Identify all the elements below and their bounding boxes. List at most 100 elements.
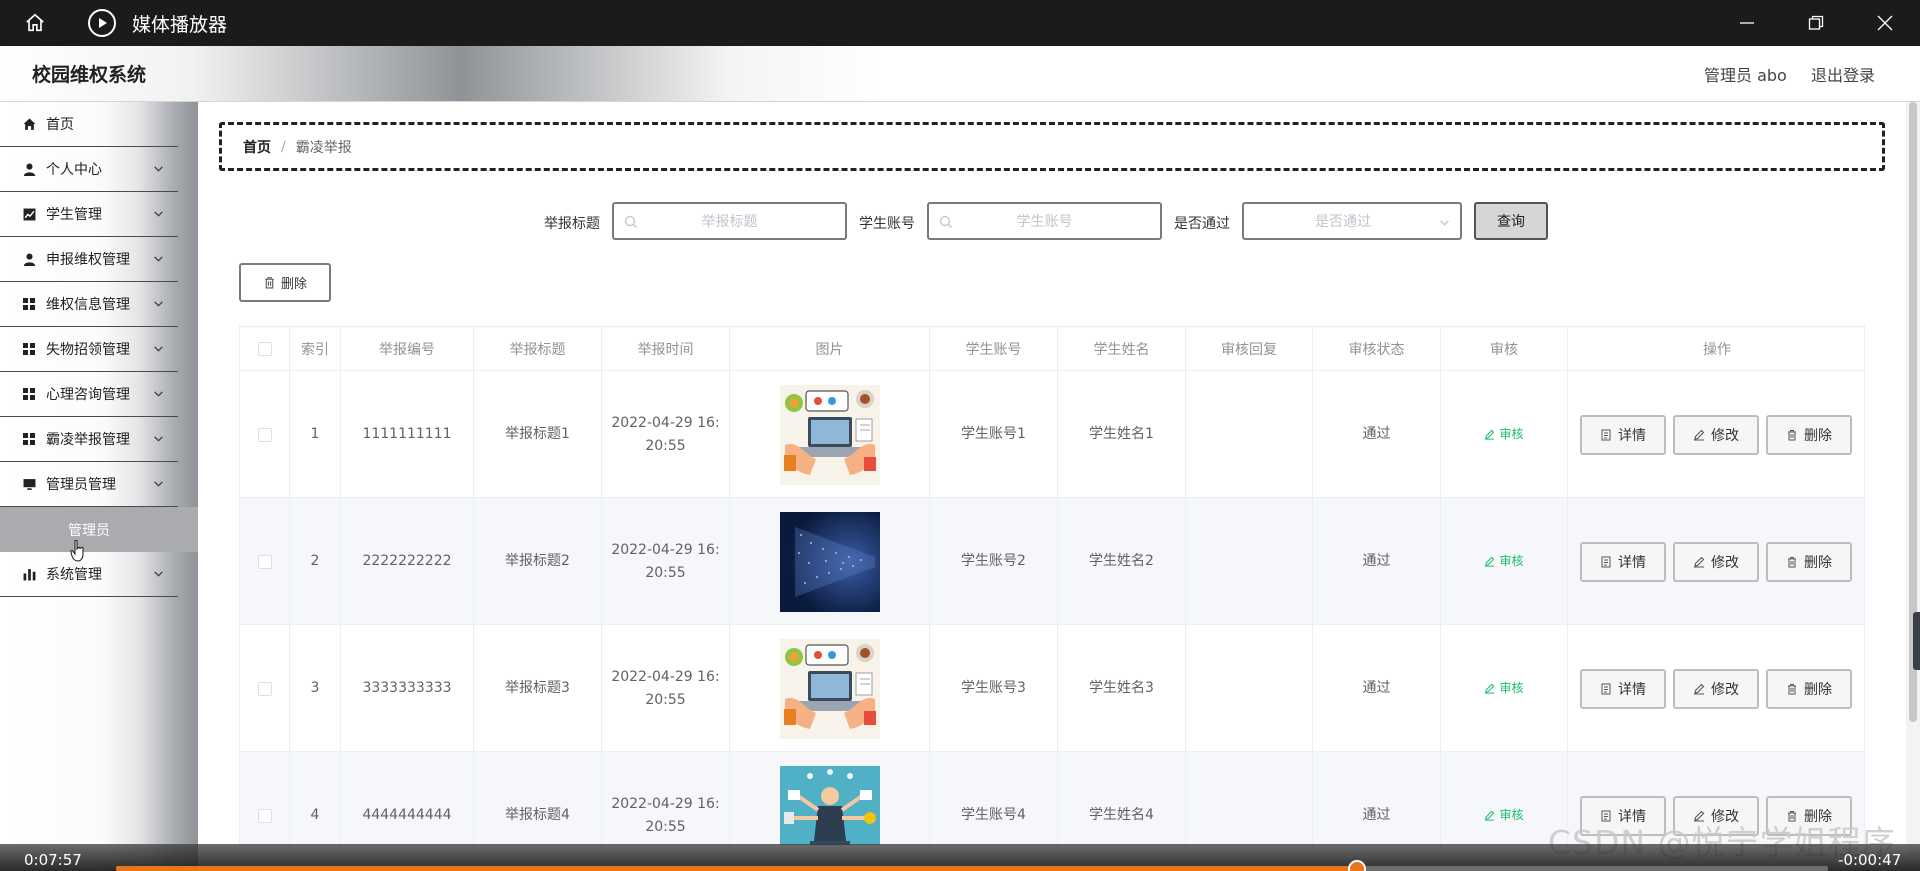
student-account-cell: 学生账号4 xyxy=(930,752,1058,845)
digital-data-image[interactable] xyxy=(779,511,880,612)
sidebar-item-label: 首页 xyxy=(46,117,74,133)
audit-status-cell: 通过 xyxy=(1313,752,1441,845)
restore-button[interactable] xyxy=(1781,0,1851,46)
progress-track[interactable] xyxy=(116,860,1828,871)
chevron-down-icon xyxy=(154,436,163,442)
edit-button[interactable]: 修改 xyxy=(1673,415,1759,455)
delete-button-label: 删除 xyxy=(1804,428,1832,444)
batch-delete-label: 删除 xyxy=(280,277,307,292)
report-title-label: 举报标题 xyxy=(544,216,600,232)
edit-icon xyxy=(1694,556,1705,568)
person-icon xyxy=(22,162,36,176)
column-header: 操作 xyxy=(1703,342,1731,358)
edit-button[interactable]: 修改 xyxy=(1673,669,1759,709)
edit-button-label: 修改 xyxy=(1711,428,1739,444)
detail-button[interactable]: 详情 xyxy=(1580,669,1666,709)
delete-button[interactable]: 删除 xyxy=(1766,542,1852,582)
minimize-button[interactable] xyxy=(1712,0,1782,46)
row-checkbox[interactable] xyxy=(257,681,272,696)
row-checkbox[interactable] xyxy=(257,808,272,823)
delete-button-label: 删除 xyxy=(1804,682,1832,698)
report-title-cell: 举报标题2 xyxy=(474,498,602,625)
delete-button[interactable]: 删除 xyxy=(1766,669,1852,709)
audit-link[interactable]: 审核 xyxy=(1484,550,1524,573)
audit-cell: 审核 xyxy=(1441,625,1568,752)
row-select-cell xyxy=(240,752,290,845)
student-account-label: 学生账号 xyxy=(859,216,915,232)
row-select-cell xyxy=(240,625,290,752)
sidebar-item-rights-declaration[interactable]: 申报维权管理 xyxy=(0,237,178,282)
edit-button[interactable]: 修改 xyxy=(1673,542,1759,582)
detail-button[interactable]: 详情 xyxy=(1580,415,1666,455)
mouse-cursor-icon xyxy=(70,540,84,562)
chevron-down-icon xyxy=(154,301,163,307)
detail-button-label: 详情 xyxy=(1618,555,1646,571)
sidebar-item-counseling[interactable]: 心理咨询管理 xyxy=(0,372,178,417)
index-cell: 1 xyxy=(290,371,341,498)
sidebar-item-admin-management[interactable]: 管理员管理 xyxy=(0,462,178,507)
report-time-date: 2022-04-29 16: xyxy=(611,541,720,558)
sidebar-item-bullying-report[interactable]: 霸凌举报管理 xyxy=(0,417,178,462)
office-illustration-image[interactable] xyxy=(779,638,880,739)
student-account-input[interactable]: 学生账号 xyxy=(927,202,1162,240)
row-checkbox[interactable] xyxy=(257,554,272,569)
breadcrumb-home[interactable]: 首页 xyxy=(243,137,271,157)
report-title-cell: 举报标题3 xyxy=(474,625,602,752)
progress-knob[interactable] xyxy=(1348,860,1367,871)
sidebar-item-student-management[interactable]: 学生管理 xyxy=(0,192,178,237)
logout-link[interactable]: 退出登录 xyxy=(1811,62,1875,86)
report-time-cell: 2022-04-29 16: 20:55 xyxy=(602,371,730,498)
report-number-cell: 2222222222 xyxy=(341,498,474,625)
report-number-cell: 3333333333 xyxy=(341,625,474,752)
window-titlebar: 媒体播放器 xyxy=(0,0,1920,46)
sidebar-item-label: 霸凌举报管理 xyxy=(46,432,130,448)
side-panel-handle[interactable] xyxy=(1913,612,1920,670)
trash-icon xyxy=(1788,557,1796,568)
sidebar-item-rights-info[interactable]: 维权信息管理 xyxy=(0,282,178,327)
report-title-placeholder: 举报标题 xyxy=(701,214,758,230)
image-cell xyxy=(730,625,930,752)
audit-reply-cell xyxy=(1186,752,1313,845)
chart-icon xyxy=(22,207,36,221)
vertical-scrollbar[interactable] xyxy=(1906,102,1920,871)
passed-placeholder: 是否通过 xyxy=(1315,214,1371,230)
audit-link[interactable]: 审核 xyxy=(1484,804,1524,827)
app-header: 校园维权系统 管理员 abo 退出登录 xyxy=(0,46,1920,102)
query-button[interactable]: 查询 xyxy=(1474,202,1548,240)
home-button[interactable] xyxy=(0,0,70,46)
close-button[interactable] xyxy=(1850,0,1920,46)
audit-link[interactable]: 审核 xyxy=(1484,677,1524,700)
sidebar-item-lost-found[interactable]: 失物招领管理 xyxy=(0,327,178,372)
grid-icon xyxy=(22,342,36,356)
image-cell xyxy=(730,752,930,847)
report-title-input[interactable]: 举报标题 xyxy=(612,202,847,240)
sidebar-item-label: 申报维权管理 xyxy=(46,252,130,268)
audit-link-label: 审核 xyxy=(1499,427,1524,441)
report-time-cell: 2022-04-29 16: 20:55 xyxy=(602,625,730,752)
audit-reply-cell xyxy=(1186,625,1313,752)
audit-link[interactable]: 审核 xyxy=(1484,423,1524,446)
passed-select[interactable]: 是否通过 xyxy=(1242,202,1462,240)
sidebar-item-personal-center[interactable]: 个人中心 xyxy=(0,147,178,192)
select-all-checkbox[interactable] xyxy=(257,342,272,356)
audit-reply-cell xyxy=(1186,371,1313,498)
detail-button[interactable]: 详情 xyxy=(1580,542,1666,582)
office-illustration-image[interactable] xyxy=(779,384,880,485)
chevron-down-icon xyxy=(154,481,163,487)
student-name-cell: 学生姓名2 xyxy=(1058,498,1186,625)
sidebar-subitem-admin[interactable]: 管理员 xyxy=(0,507,198,552)
multitask-illustration-image[interactable] xyxy=(779,765,880,847)
delete-button[interactable]: 删除 xyxy=(1766,415,1852,455)
sidebar-item-label: 个人中心 xyxy=(46,162,102,178)
chevron-down-icon xyxy=(154,211,163,217)
audit-reply-cell xyxy=(1186,498,1313,625)
sidebar-item-system-management[interactable]: 系统管理 xyxy=(0,552,178,597)
grid-icon xyxy=(22,387,36,401)
sidebar-item-label: 学生管理 xyxy=(46,207,102,223)
elapsed-time: 0:07:57 xyxy=(24,851,82,869)
audit-link-label: 审核 xyxy=(1499,808,1524,822)
audit-link-label: 审核 xyxy=(1499,554,1524,568)
row-checkbox[interactable] xyxy=(257,427,272,442)
sidebar-item-home[interactable]: 首页 xyxy=(0,102,178,147)
batch-delete-button[interactable]: 删除 xyxy=(239,263,331,302)
